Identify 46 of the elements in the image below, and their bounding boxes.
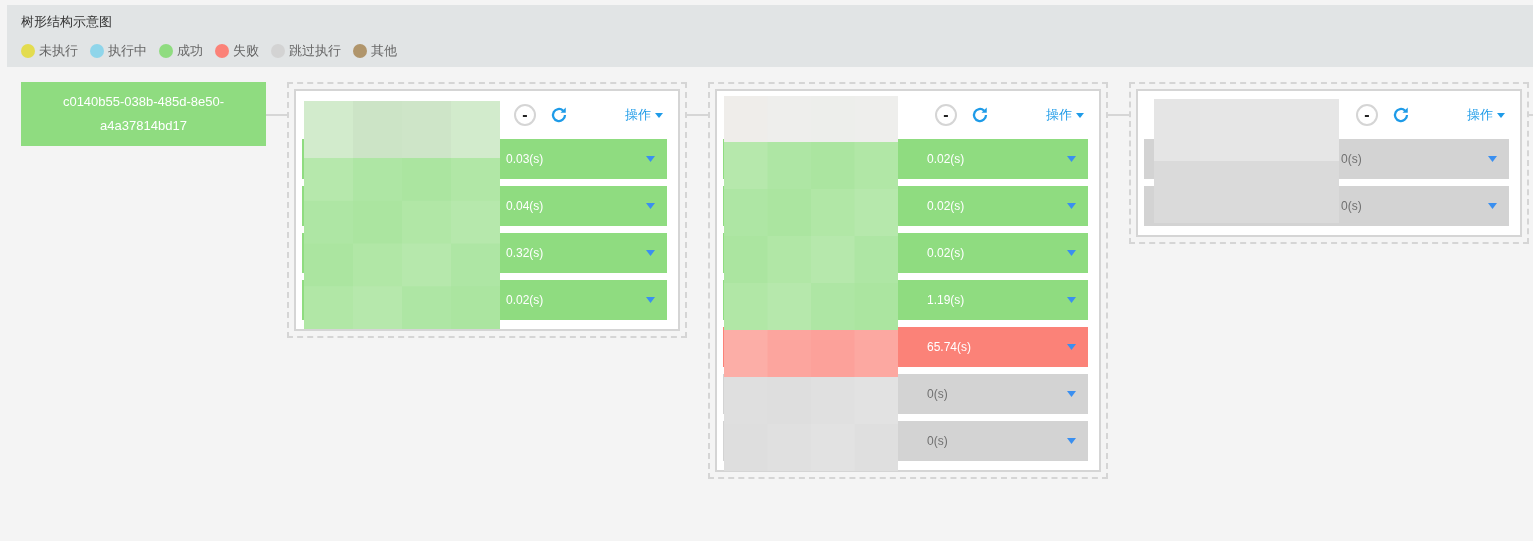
caret-icon[interactable]	[646, 203, 655, 209]
actions-dropdown[interactable]: 操作	[1467, 105, 1505, 125]
caret-icon[interactable]	[646, 297, 655, 303]
actions-dropdown[interactable]: 操作	[1046, 105, 1084, 125]
caret-icon[interactable]	[1488, 203, 1497, 209]
caret-icon	[655, 112, 663, 118]
caret-icon	[1497, 112, 1505, 118]
legend-label: 成功	[177, 43, 203, 59]
diagram-title: 树形结构示意图	[21, 14, 112, 30]
duration-text: 0(s)	[927, 433, 948, 450]
caret-icon[interactable]	[1488, 156, 1497, 162]
caret-icon[interactable]	[1067, 297, 1076, 303]
caret-icon[interactable]	[1067, 438, 1076, 444]
collapse-button[interactable]: -	[1356, 104, 1378, 126]
caret-icon	[1076, 112, 1084, 118]
caret-icon[interactable]	[1067, 250, 1076, 256]
refresh-icon[interactable]	[550, 106, 568, 124]
actions-dropdown[interactable]: 操作	[625, 105, 663, 125]
refresh-icon[interactable]	[1392, 106, 1410, 124]
legend-label: 其他	[371, 43, 397, 59]
duration-text: 0(s)	[1341, 198, 1362, 215]
duration-text: 0(s)	[927, 386, 948, 403]
duration-text: 0.02(s)	[927, 245, 965, 262]
duration-text: 0.03(s)	[506, 151, 544, 168]
caret-icon[interactable]	[646, 250, 655, 256]
legend-label: 跳过执行	[289, 43, 341, 59]
duration-text: 1.19(s)	[927, 292, 965, 309]
caret-icon[interactable]	[1067, 344, 1076, 350]
duration-text: 65.74(s)	[927, 339, 972, 356]
root-node[interactable]: c0140b55-038b-485d-8e50-a4a37814bd17	[21, 82, 266, 146]
refresh-icon[interactable]	[971, 106, 989, 124]
legend-label: 执行中	[108, 43, 147, 59]
duration-text: 0.02(s)	[506, 292, 544, 309]
duration-text: 0.32(s)	[506, 245, 544, 262]
legend-label: 失败	[233, 43, 259, 59]
caret-icon[interactable]	[1067, 156, 1076, 162]
duration-text: 0.04(s)	[506, 198, 544, 215]
legend-label: 未执行	[39, 43, 78, 59]
duration-text: 0.02(s)	[927, 198, 965, 215]
duration-text: 0(s)	[1341, 151, 1362, 168]
duration-text: 0.02(s)	[927, 151, 965, 168]
caret-icon[interactable]	[646, 156, 655, 162]
caret-icon[interactable]	[1067, 203, 1076, 209]
collapse-button[interactable]: -	[935, 104, 957, 126]
collapse-button[interactable]: -	[514, 104, 536, 126]
caret-icon[interactable]	[1067, 391, 1076, 397]
